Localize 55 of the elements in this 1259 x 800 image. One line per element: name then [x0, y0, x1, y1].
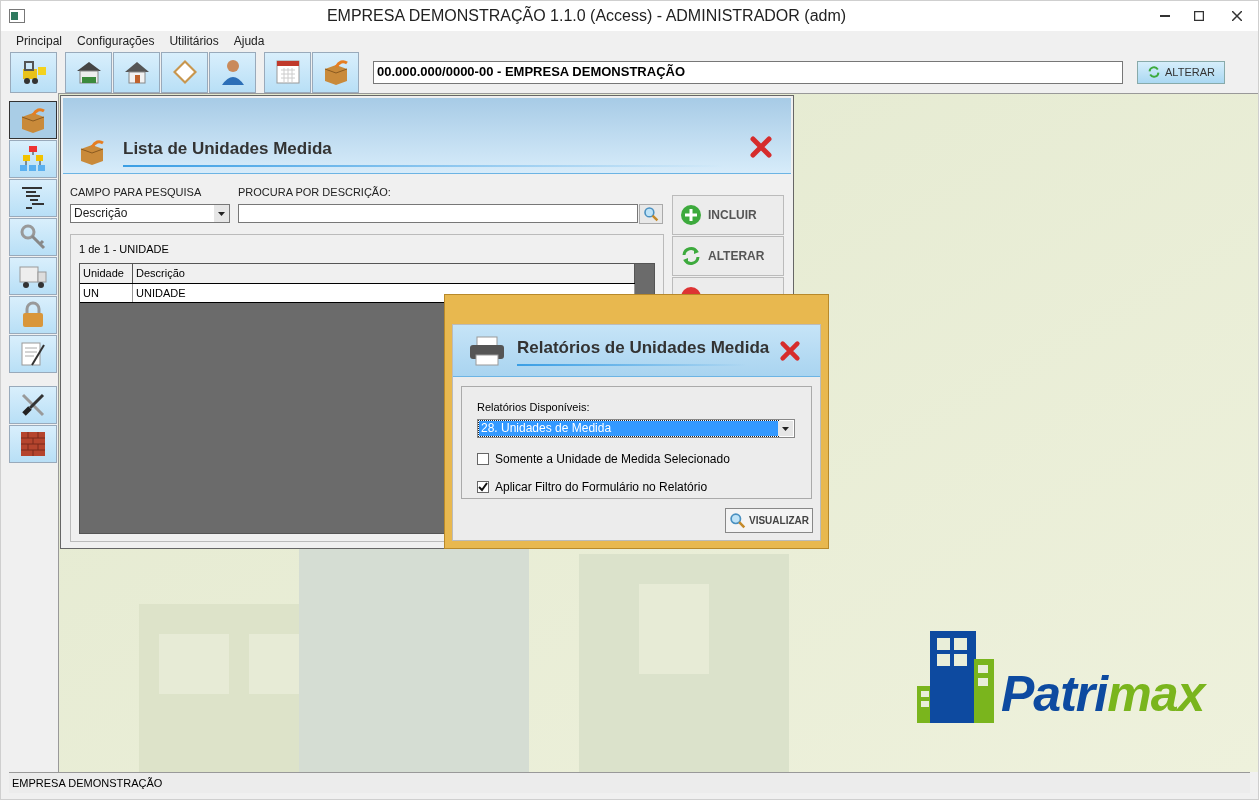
toolbar-button[interactable] [264, 51, 311, 93]
toolbar-button[interactable] [10, 51, 57, 93]
action-button[interactable]: ALTERAR [672, 236, 784, 276]
record-count: 1 de 1 - UNIDADE [79, 241, 170, 257]
toolbar-button[interactable] [209, 51, 256, 93]
window-title: EMPRESA DEMONSTRAÇÃO 1.1.0 (Access) - ADMINISTRADOR (adm) [325, 5, 848, 26]
toolbar-button[interactable] [65, 51, 112, 93]
option-checkbox[interactable]: Aplicar Filtro do Formulário no Relatório [477, 477, 796, 496]
refresh-icon [680, 245, 702, 267]
dialog-title: Relatórios de Unidades Medida [517, 337, 770, 360]
sidebar-button[interactable] [9, 179, 57, 217]
refresh-icon [1147, 65, 1162, 79]
field-label: Relatórios Disponíveis: [477, 400, 591, 415]
toolbar-button[interactable] [113, 51, 160, 93]
table-cell: UN [80, 284, 133, 302]
action-button[interactable]: INCLUIR [672, 195, 784, 235]
column-header[interactable]: Unidade [80, 264, 133, 283]
column-header[interactable]: Descrição [133, 264, 635, 283]
search-icon [643, 205, 659, 222]
buildings-logo-icon [917, 631, 995, 723]
printer-icon [469, 334, 505, 367]
menu-item[interactable]: Principal [9, 32, 70, 50]
search-input[interactable] [238, 203, 638, 223]
change-button[interactable]: ALTERAR [1137, 60, 1225, 84]
close-icon[interactable] [749, 135, 773, 159]
sidebar-button[interactable] [9, 335, 57, 373]
minimize-icon [1160, 15, 1170, 17]
sidebar-button[interactable] [9, 257, 57, 295]
key-icon [18, 222, 48, 252]
close-icon[interactable] [779, 339, 802, 362]
search-icon [729, 512, 746, 529]
app-icon [9, 9, 25, 23]
view-button[interactable]: VISUALIZAR [725, 508, 813, 533]
maximize-icon [1194, 11, 1204, 21]
menu-item[interactable]: Configurações [70, 32, 162, 50]
plus-icon [680, 204, 702, 226]
menu-item[interactable]: Utilitários [162, 32, 226, 50]
document-icon [18, 339, 48, 369]
search-field-dropdown[interactable]: Descrição [70, 203, 230, 223]
search-button[interactable] [639, 203, 663, 224]
sidebar-button[interactable] [9, 101, 57, 139]
menu-item[interactable]: Ajuda [226, 32, 272, 50]
bricks-icon [18, 429, 48, 459]
company-field[interactable]: 00.000.000/0000-00 - EMPRESA DEMONSTRAÇÃO [373, 60, 1123, 84]
logo-text: Patrimax [1001, 669, 1205, 719]
sidebar-button[interactable] [9, 425, 57, 463]
field-label: CAMPO PARA PESQUISA [70, 185, 203, 200]
window-heading: Lista de Unidades Medida [123, 137, 333, 160]
option-checkbox[interactable]: Somente a Unidade de Medida Selecionado [477, 449, 796, 468]
status-text: EMPRESA DEMONSTRAÇÃO [11, 775, 163, 791]
hierarchy-icon [18, 144, 48, 174]
close-icon [1232, 11, 1242, 21]
checkmark-icon [478, 481, 488, 492]
field-label: PROCURA POR DESCRIÇÃO: [238, 185, 392, 200]
sidebar-button[interactable] [9, 386, 57, 424]
